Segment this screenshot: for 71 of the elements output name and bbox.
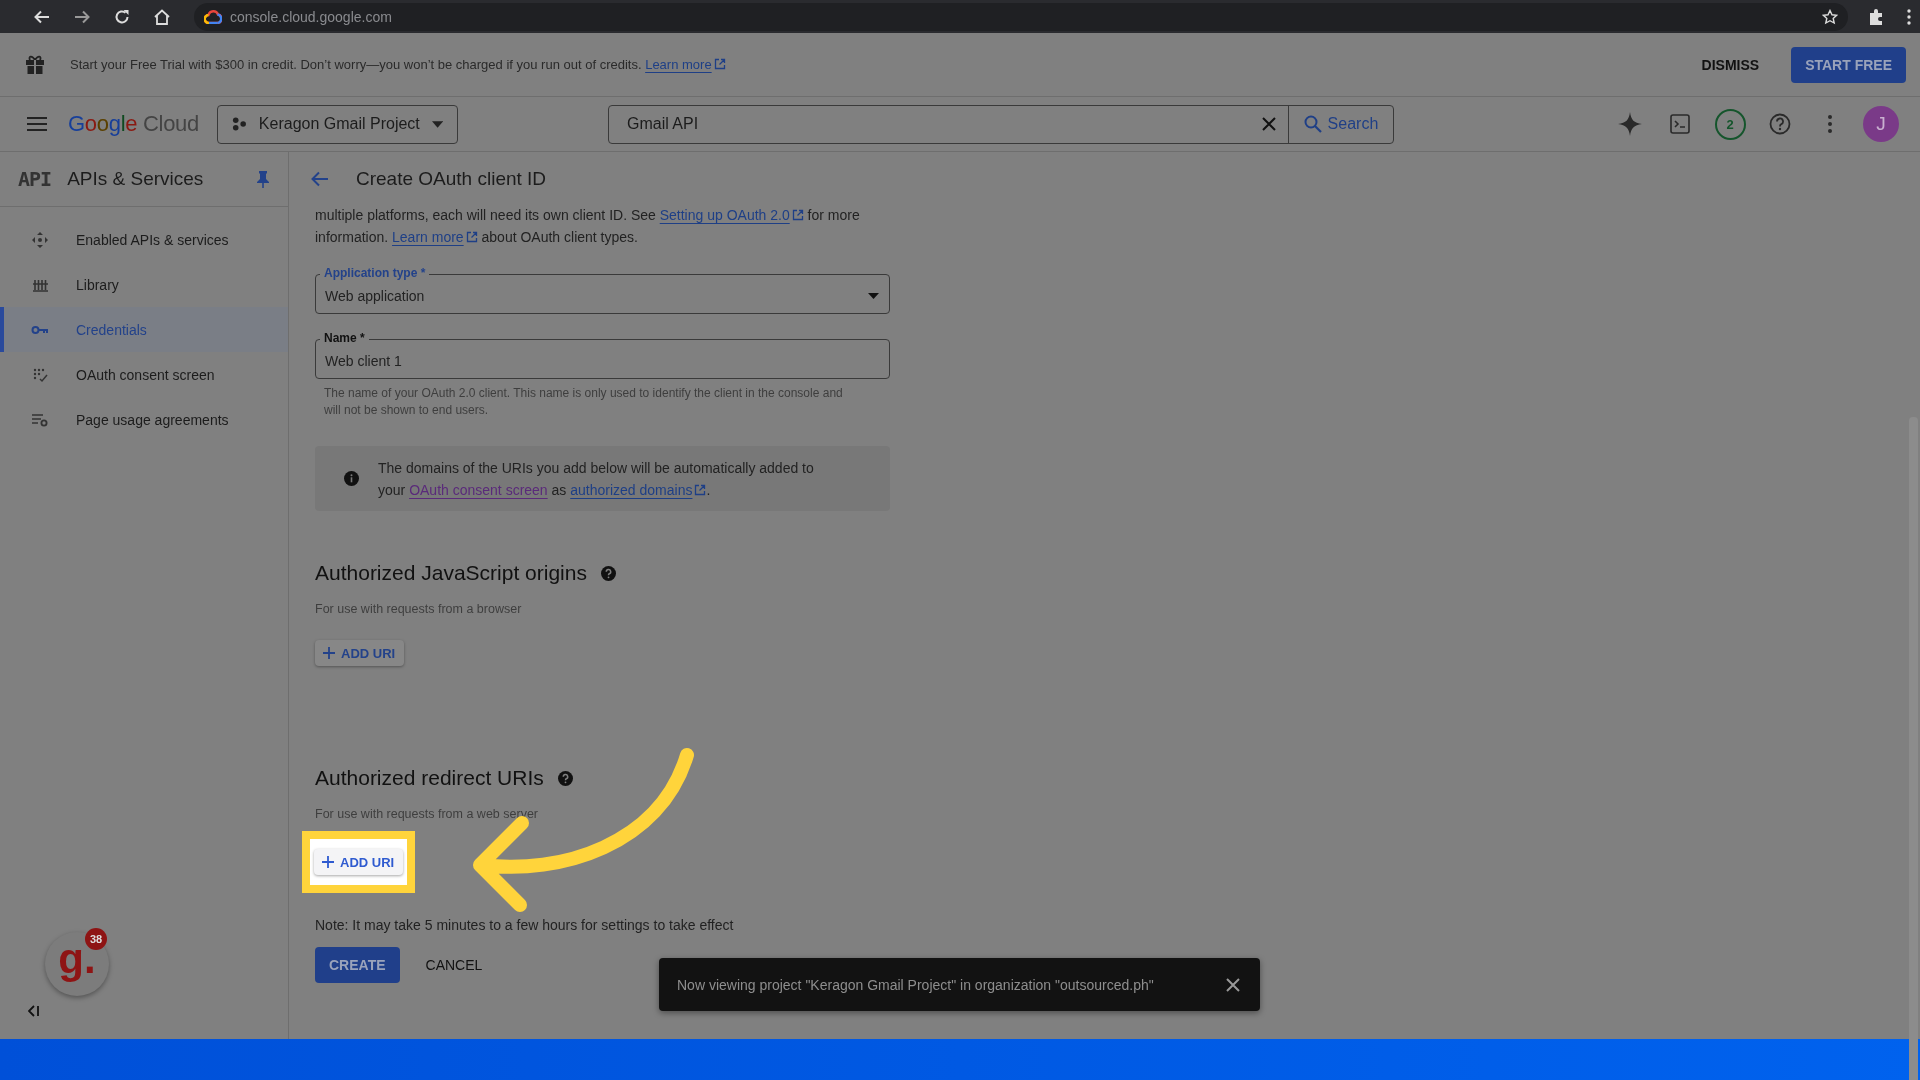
menu-icon[interactable] [26, 116, 48, 132]
count-badge: 38 [85, 928, 107, 950]
caret-icon [431, 120, 443, 128]
sidebar-item[interactable]: OAuth consent screen [0, 352, 288, 397]
home-icon[interactable] [153, 7, 171, 26]
section-description: For use with requests from a browser [315, 602, 523, 616]
external-link-icon [465, 231, 478, 243]
dismiss-button[interactable]: DISMISS [1695, 50, 1766, 79]
star-icon[interactable] [1822, 8, 1838, 25]
cancel-button[interactable]: CANCEL [425, 957, 483, 973]
section-title: APIs & Services [67, 168, 205, 190]
intro-text: multiple platforms, each will need its own client ID. See Setting up OAuth 2.0 for more information. Learn more about OAuth client types. [315, 206, 860, 247]
terminal-icon[interactable] [1670, 114, 1690, 134]
reload-icon[interactable] [113, 7, 131, 26]
add-uri-button[interactable]: ADD URI [314, 849, 404, 875]
sidebar-item[interactable]: Enabled APIs & services [0, 217, 288, 262]
info-text: The domains of the URIs you add below will be automatically added to your OAuth consent screen as authorized domains . [378, 458, 814, 500]
external-link-icon [694, 483, 707, 496]
scrollbar[interactable] [1909, 417, 1918, 1080]
section-description: For use with requests from a web server [315, 807, 539, 821]
add-uri-button[interactable]: ADD URI [315, 640, 405, 666]
external-link-icon [791, 209, 804, 221]
create-button[interactable]: CREATE [315, 947, 400, 983]
help-icon[interactable] [557, 770, 573, 786]
key-icon [31, 323, 49, 336]
section-heading: Authorized redirect URIs [315, 766, 544, 790]
diamond-arrows-icon [31, 230, 49, 249]
list-gear-icon [31, 411, 49, 428]
api-logo: API [18, 167, 52, 191]
url-text: console.cloud.google.com [230, 8, 392, 25]
external-link-icon [713, 58, 726, 70]
dotted-check-icon [31, 366, 49, 383]
field-label: Name * [320, 331, 369, 345]
link[interactable]: Learn more [392, 229, 478, 245]
search-field[interactable]: Gmail API Search [607, 104, 1394, 144]
toast-message: Now viewing project "Keragon Gmail Project" in organization "outsourced.ph" [677, 976, 1155, 993]
section-heading: Authorized JavaScript origins [315, 561, 587, 585]
link[interactable]: OAuth consent screen [409, 481, 548, 498]
close-icon[interactable] [1226, 977, 1240, 992]
address-bar[interactable]: console.cloud.google.com [194, 2, 1848, 31]
help-icon[interactable] [1769, 113, 1791, 135]
info-icon [344, 471, 359, 486]
avatar[interactable]: J [1863, 106, 1899, 142]
project-picker[interactable]: Keragon Gmail Project [216, 104, 458, 144]
nodes-icon [231, 116, 247, 132]
page-title: Create OAuth client ID [356, 168, 547, 190]
gift-icon [24, 53, 46, 76]
link[interactable]: authorized domains [570, 481, 707, 498]
notification-badge[interactable]: 2 [1714, 108, 1746, 140]
helper-text: The name of your OAuth 2.0 client. This name is only used to identify the client in the console and will not be shown to end users. [324, 385, 844, 419]
caret-icon [868, 293, 879, 299]
search-button[interactable]: Search [1287, 105, 1393, 143]
sidebar-item[interactable]: Credentials [0, 307, 288, 352]
clear-icon[interactable] [1261, 117, 1276, 131]
sidebar-item[interactable]: Page usage agreements [0, 397, 288, 442]
plus-icon [323, 647, 335, 659]
more-icon[interactable] [1907, 8, 1911, 25]
plus-icon [322, 856, 334, 868]
promo-text: Start your Free Trial with $300 in credit. Don’t worry—you won’t be charged if you run out of credits. Learn more [70, 57, 726, 72]
link[interactable]: Learn more [645, 57, 726, 72]
cloud-icon [204, 9, 222, 24]
sidebar-item[interactable]: Library [0, 262, 288, 307]
search-icon [1303, 115, 1322, 133]
start-free-button[interactable]: START FREE [1791, 46, 1906, 83]
collapse-icon[interactable] [28, 1005, 40, 1017]
note-text: Note: It may take 5 minutes to a few hours for settings to take effect [315, 917, 734, 933]
google-cloud-logo[interactable]: Google Cloud [68, 111, 199, 137]
sparkle-icon[interactable] [1618, 112, 1642, 136]
help-icon[interactable] [600, 565, 616, 581]
field-label: Application type * [320, 266, 430, 280]
link[interactable]: Setting up OAuth 2.0 [659, 207, 804, 223]
